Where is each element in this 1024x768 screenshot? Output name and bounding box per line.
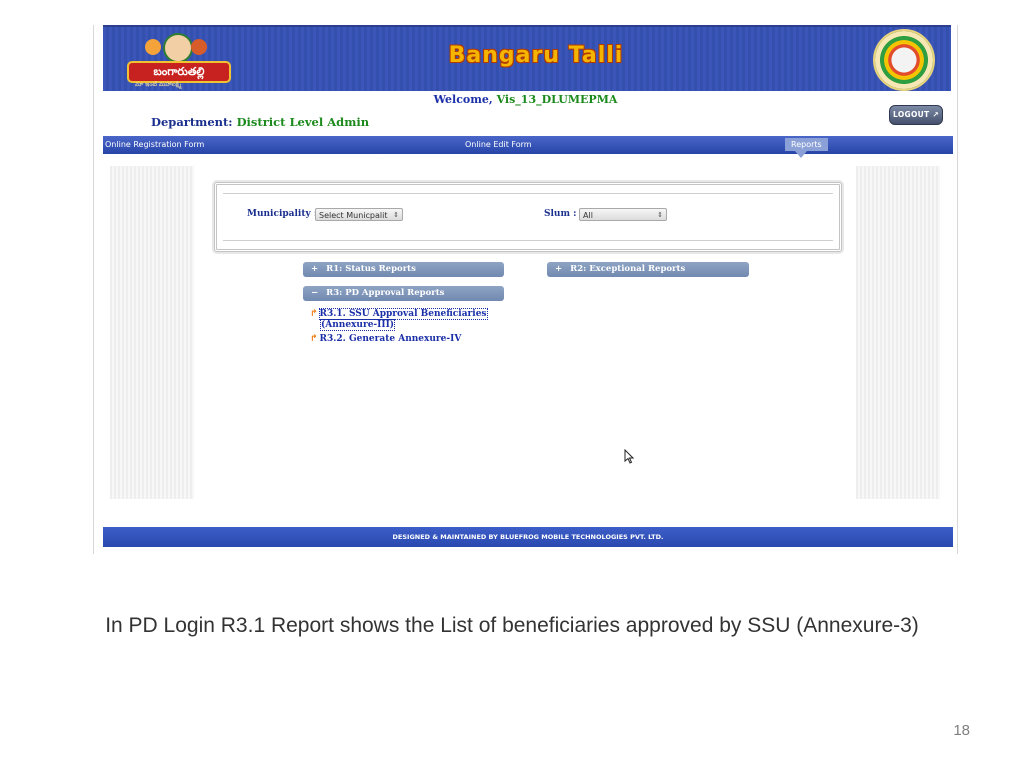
slum-select[interactable]: All ⇕ — [579, 208, 667, 221]
children-illustration-icon — [145, 33, 209, 63]
brand-title: Bangaru Talli — [448, 43, 624, 68]
report-link-r3-2[interactable]: ↱ R3.2. Generate Annexure-IV — [310, 334, 461, 345]
accordion-r2-exceptional-reports[interactable]: + R2: Exceptional Reports — [547, 262, 749, 277]
select-arrows-icon: ⇕ — [657, 211, 663, 219]
slum-value: All — [583, 211, 593, 220]
bangaru-talli-logo[interactable]: బంగారుతల్లి మా ఇంటి మహాలక్ష్మి — [127, 33, 231, 88]
reports-content: Municipality : Select Municpalit ⇕ Slum … — [194, 166, 856, 499]
accordion-r1-status-reports[interactable]: + R1: Status Reports — [303, 262, 504, 277]
state-emblem-icon — [873, 29, 935, 91]
filter-panel: Municipality : Select Municpalit ⇕ Slum … — [214, 182, 842, 252]
divider — [223, 193, 833, 194]
welcome-prefix: Welcome, — [433, 93, 493, 106]
accordion-label: R3: PD Approval Reports — [326, 288, 445, 298]
tab-online-edit-form[interactable]: Online Edit Form — [465, 136, 532, 154]
left-side-panel — [110, 166, 194, 499]
report-link-text: R3.1. SSU Approval Beneficiaries — [318, 308, 488, 320]
accordion-label: R1: Status Reports — [326, 264, 416, 274]
footer-bar: DESIGNED & MAINTAINED BY BLUEFROG MOBILE… — [103, 527, 953, 547]
orange-arrow-icon: ↱ — [310, 334, 318, 344]
mouse-pointer-icon — [624, 448, 635, 468]
report-link-text: (Annexure-III) — [319, 319, 396, 331]
tab-online-registration-form[interactable]: Online Registration Form — [105, 136, 204, 154]
accordion-label: R2: Exceptional Reports — [570, 264, 686, 274]
username: Vis_13_DLUMEPMA — [496, 93, 618, 106]
logo-subtext: మా ఇంటి మహాలక్ష్మి — [135, 81, 182, 88]
report-link-text: R3.2. Generate Annexure-IV — [319, 334, 462, 344]
accordion-r3-pd-approval-reports[interactable]: − R3: PD Approval Reports — [303, 286, 504, 301]
select-arrows-icon: ⇕ — [393, 211, 399, 219]
logo-text: బంగారుతల్లి — [127, 61, 231, 83]
app-screenshot: బంగారుతల్లి మా ఇంటి మహాలక్ష్మి Bangaru T… — [93, 25, 958, 554]
arrow-up-right-icon: ↗ — [932, 110, 939, 119]
expand-icon: + — [555, 264, 563, 274]
department-value: District Level Admin — [236, 115, 370, 129]
page-number: 18 — [953, 722, 970, 739]
right-side-panel — [856, 166, 940, 499]
municipality-value: Select Municpalit — [319, 211, 388, 220]
slum-label: Slum : — [544, 209, 577, 219]
footer-text: DESIGNED & MAINTAINED BY BLUEFROG MOBILE… — [392, 533, 664, 541]
site-banner: బంగారుతల్లి మా ఇంటి మహాలక్ష్మి Bangaru T… — [103, 25, 951, 91]
municipality-select[interactable]: Select Municpalit ⇕ — [315, 208, 403, 221]
welcome-message: Welcome, Vis_13_DLUMEPMA — [94, 93, 957, 106]
municipality-label: Municipality : — [247, 209, 318, 219]
department-label: Department: — [151, 115, 233, 129]
expand-icon: + — [311, 264, 319, 274]
main-nav: Online Registration Form Online Edit For… — [103, 136, 953, 158]
logout-label: LOGOUT — [893, 110, 930, 119]
orange-arrow-icon: ↱ — [310, 309, 318, 319]
divider — [223, 240, 833, 241]
tab-reports[interactable]: Reports — [785, 138, 828, 158]
slide-caption: In PD Login R3.1 Report shows the List o… — [105, 614, 919, 637]
report-link-r3-1[interactable]: ↱ R3.1. SSU Approval Beneficiaries (Annex… — [310, 308, 488, 331]
collapse-icon: − — [311, 288, 319, 298]
department-info: Department: District Level Admin — [151, 115, 369, 129]
logout-button[interactable]: LOGOUT ↗ — [889, 105, 943, 125]
